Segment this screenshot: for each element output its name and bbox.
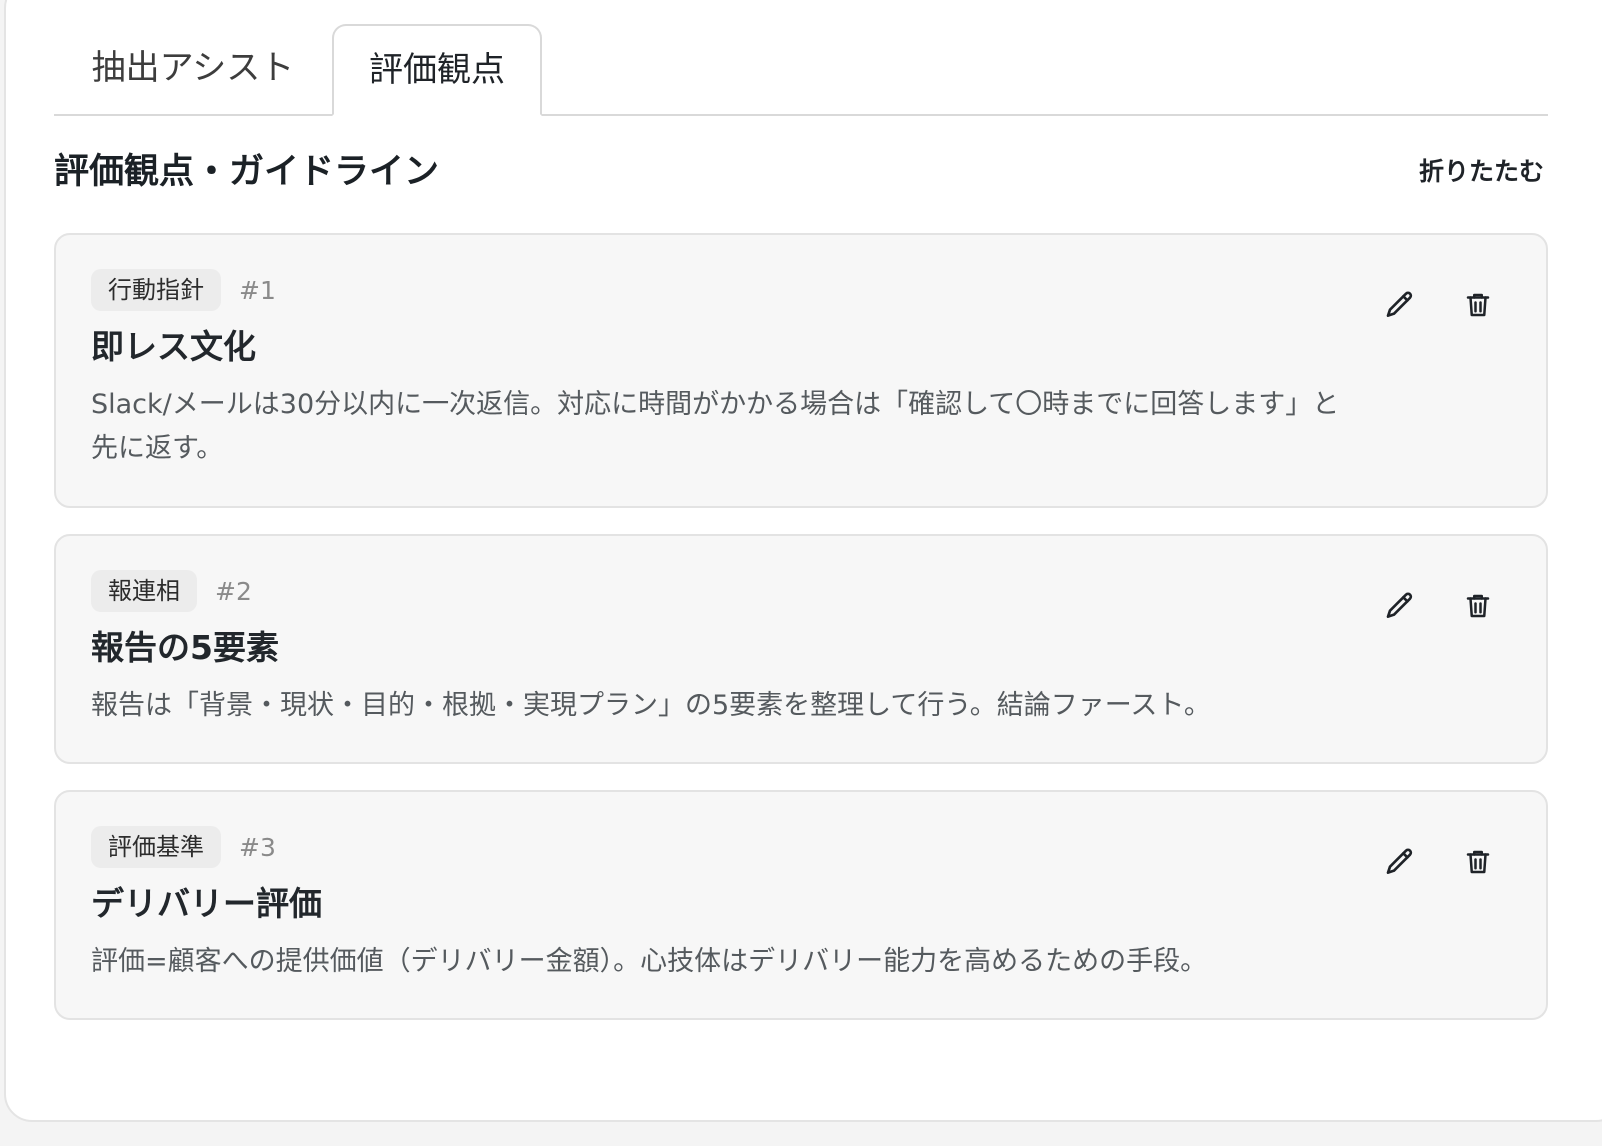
card-title: デリバリー評価 (91, 884, 322, 923)
tab-bar: 抽出アシスト 評価観点 (54, 24, 1548, 116)
card-number: #3 (239, 832, 276, 862)
card-meta: 評価基準 #3 (91, 826, 276, 868)
section-title: 評価観点・ガイドライン (54, 152, 440, 192)
category-tag: 評価基準 (91, 826, 221, 868)
pencil-icon (1386, 848, 1413, 874)
collapse-button[interactable]: 折りたたむ (1419, 152, 1544, 192)
pencil-icon (1386, 291, 1413, 317)
delete-button[interactable] (1456, 840, 1500, 884)
edit-button[interactable] (1378, 840, 1422, 884)
card-description: 報告は「背景・現状・目的・根拠・実現プラン」の5要素を整理して行う。結論ファース… (91, 690, 1211, 721)
delete-button[interactable] (1456, 283, 1500, 327)
guideline-card: 行動指針 #1 即レス文化 Slack/メールは30分以内に一次返信。対応に時間… (54, 233, 1548, 508)
card-description: 評価=顧客への提供価値（デリバリー金額）。心技体はデリバリー能力を高めるための手… (91, 946, 1208, 977)
card-number: #1 (239, 275, 276, 305)
card-description: Slack/メールは30分以内に一次返信。対応に時間がかかる場合は「確認して〇時… (91, 389, 1340, 464)
edit-button[interactable] (1378, 584, 1422, 628)
evaluation-panel: 抽出アシスト 評価観点 評価観点・ガイドライン 折りたたむ 行動指針 #1 即レ… (4, 0, 1602, 1122)
card-number: #2 (215, 576, 252, 606)
card-title: 即レス文化 (91, 327, 256, 366)
guideline-card: 報連相 #2 報告の5要素 報告は「背景・現状・目的・根拠・実現プラン」の5要素… (54, 534, 1548, 764)
card-title: 報告の5要素 (91, 628, 279, 667)
tab-evaluation-criteria[interactable]: 評価観点 (332, 24, 542, 116)
guideline-card: 評価基準 #3 デリバリー評価 評価=顧客への提供価値（デリバリー金額）。心技体… (54, 790, 1548, 1020)
category-tag: 報連相 (91, 570, 197, 612)
category-tag: 行動指針 (91, 269, 221, 311)
pencil-icon (1386, 592, 1413, 618)
delete-button[interactable] (1456, 584, 1500, 628)
trash-icon (1466, 293, 1490, 317)
card-meta: 報連相 #2 (91, 570, 252, 612)
card-meta: 行動指針 #1 (91, 269, 276, 311)
tab-extraction-assist[interactable]: 抽出アシスト (54, 24, 332, 114)
edit-button[interactable] (1378, 283, 1422, 327)
trash-icon (1466, 594, 1490, 618)
trash-icon (1466, 850, 1490, 874)
